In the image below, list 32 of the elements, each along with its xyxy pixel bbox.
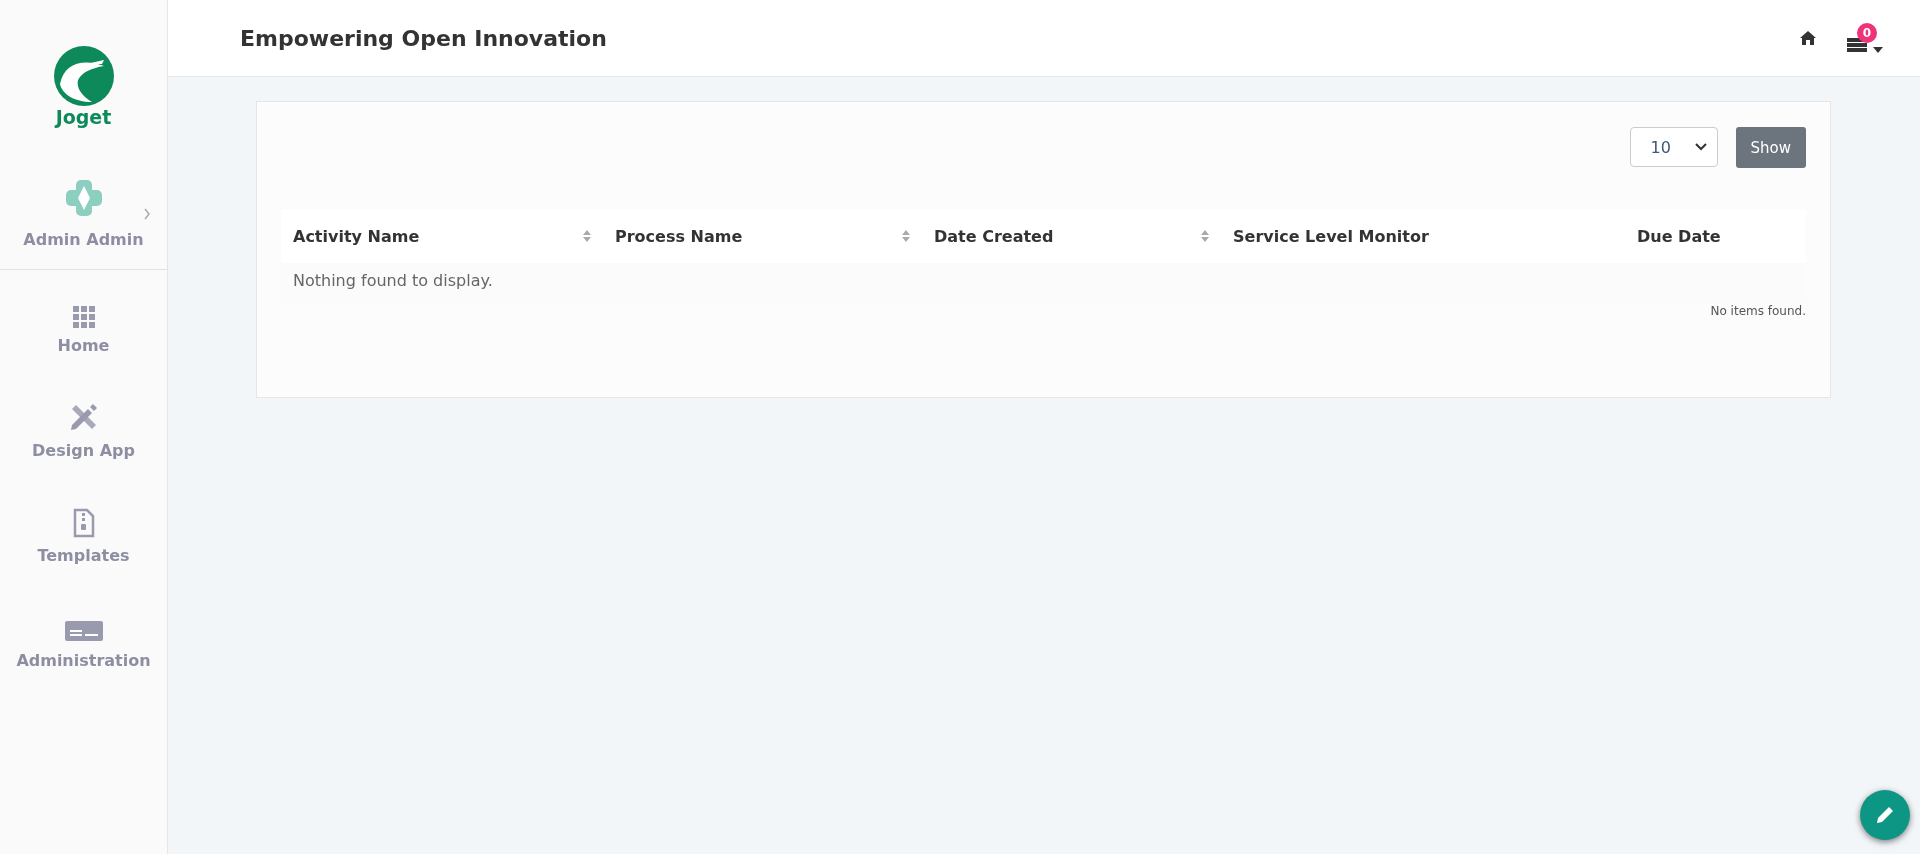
inbox-icon — [1847, 35, 1867, 53]
caret-icon — [1873, 47, 1883, 53]
page-title: Empowering Open Innovation — [240, 25, 607, 51]
home-icon[interactable] — [1799, 30, 1817, 46]
column-header[interactable]: Process Name — [603, 209, 922, 263]
avatar-icon — [63, 178, 104, 218]
user-profile[interactable]: Admin Admin — [0, 128, 167, 270]
nav-item[interactable]: Home — [0, 292, 167, 377]
inbox-menu[interactable]: 0 — [1847, 23, 1885, 53]
chevron-down-icon — [1694, 143, 1707, 151]
logo-icon — [51, 44, 116, 108]
column-header[interactable]: Service Level Monitor — [1221, 209, 1625, 263]
notification-badge: 0 — [1857, 23, 1877, 43]
keyboard-icon — [64, 619, 103, 643]
sort-icon — [902, 230, 910, 242]
page-size-select[interactable]: 10 — [1629, 127, 1718, 167]
show-button[interactable]: Show — [1735, 127, 1806, 168]
nav-item[interactable]: Design App — [0, 377, 167, 482]
sort-icon — [583, 230, 591, 242]
logo-text: Joget — [55, 106, 112, 128]
column-header[interactable]: Activity Name — [281, 209, 603, 263]
nav-item[interactable]: Administration — [0, 587, 167, 692]
items-count: No items found. — [1710, 304, 1806, 318]
edit-button[interactable] — [1860, 790, 1910, 840]
column-header[interactable]: Date Created — [922, 209, 1221, 263]
nav-item[interactable]: Templates — [0, 482, 167, 587]
pencil-icon — [1874, 804, 1896, 826]
grid-icon — [72, 306, 95, 328]
zip-file-icon — [72, 508, 95, 538]
chevron-right-icon — [143, 208, 151, 220]
sort-icon — [1201, 230, 1209, 242]
column-header[interactable]: Due Date — [1625, 209, 1806, 263]
